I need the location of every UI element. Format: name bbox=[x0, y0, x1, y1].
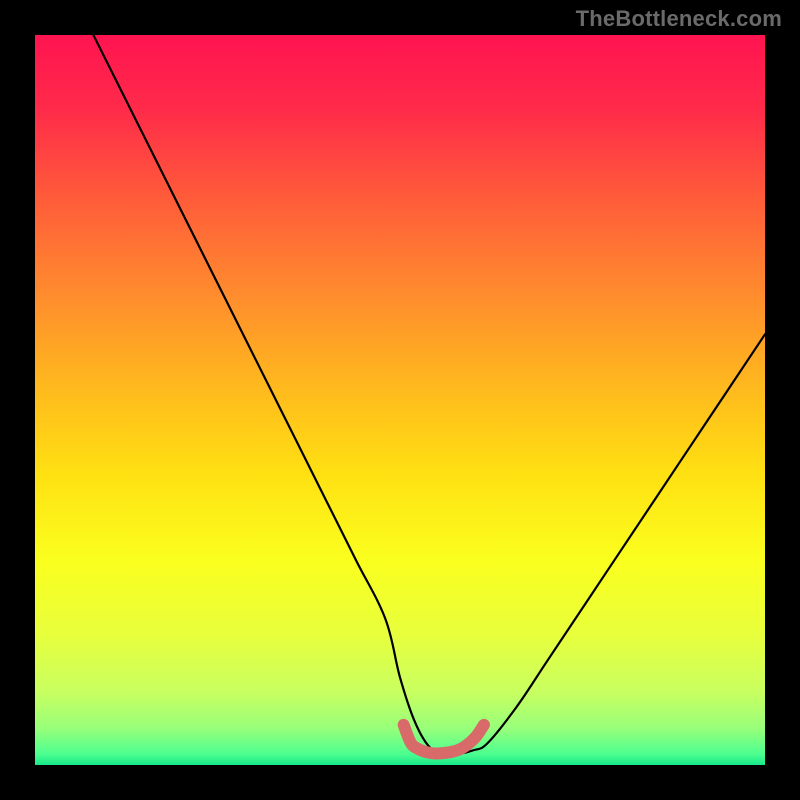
optimal-band bbox=[404, 725, 484, 754]
curve-layer bbox=[35, 35, 765, 765]
plot-area bbox=[35, 35, 765, 765]
chart-frame: TheBottleneck.com bbox=[0, 0, 800, 800]
watermark-text: TheBottleneck.com bbox=[576, 6, 782, 32]
bottleneck-curve bbox=[93, 35, 765, 755]
